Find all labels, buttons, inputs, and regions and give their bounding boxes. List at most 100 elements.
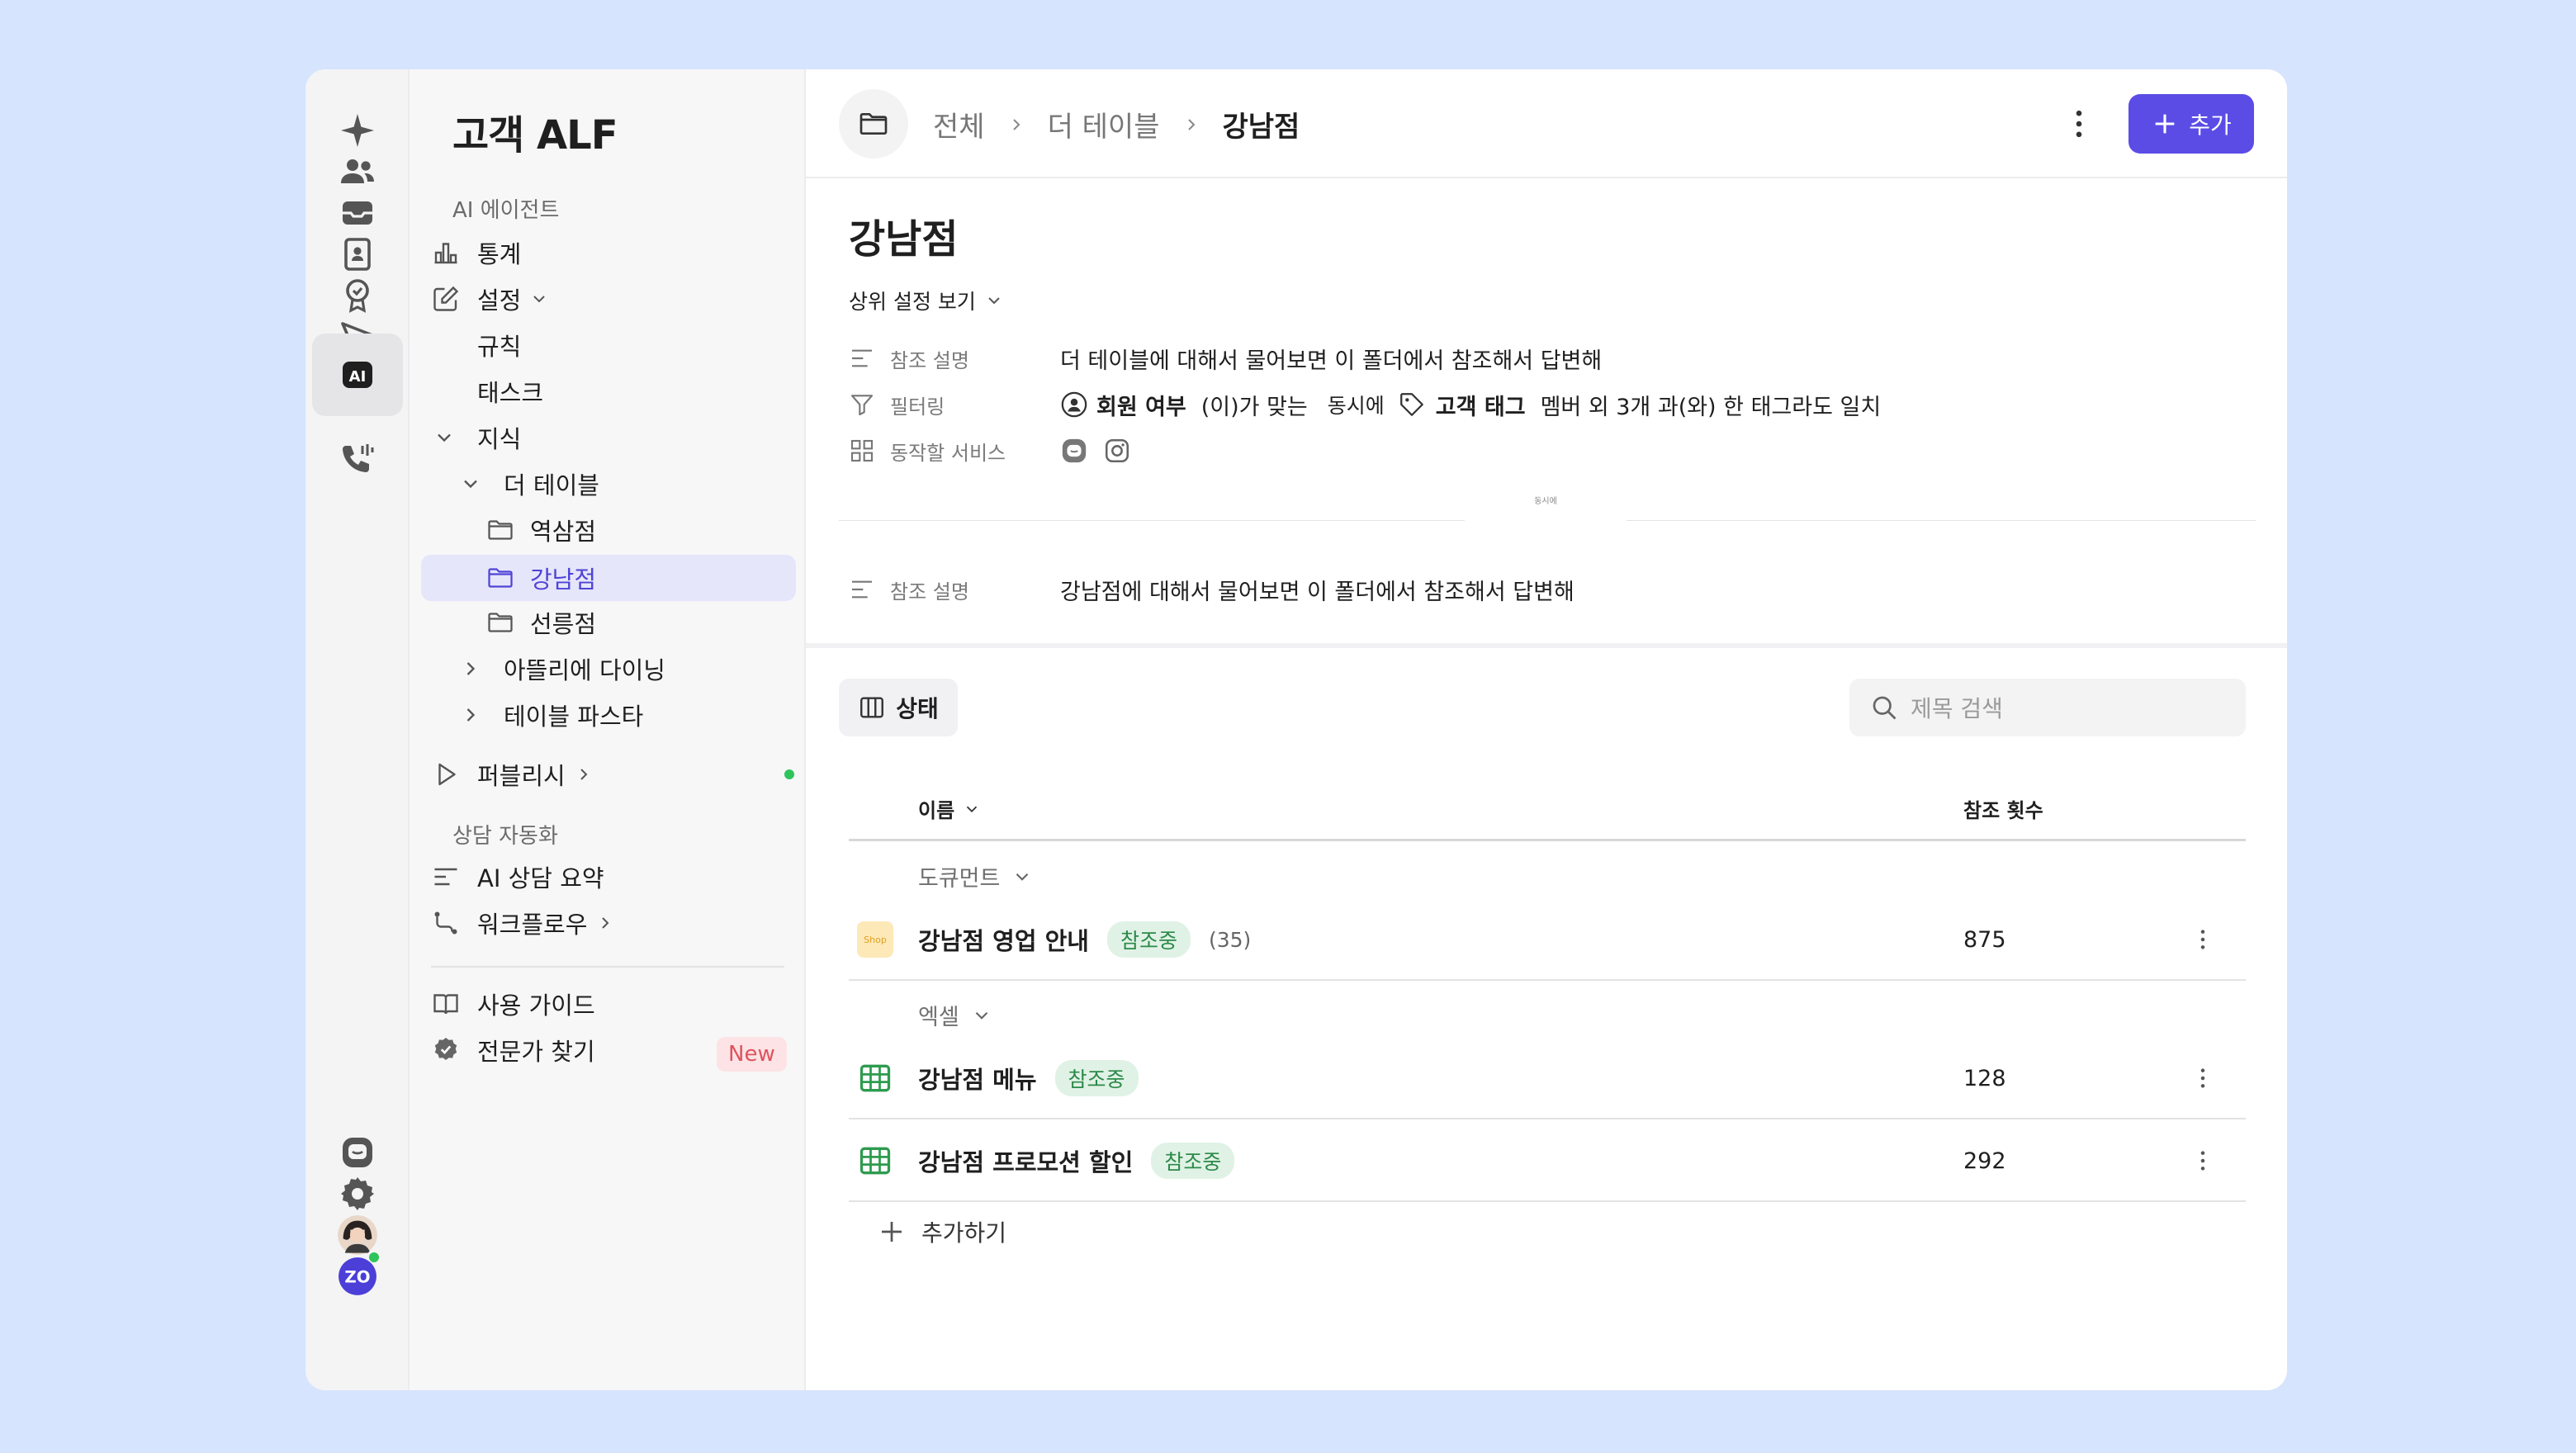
icon-rail: AI ZO [305,69,410,1390]
own-ref-row: 참조 설명 강남점에 대해서 물어보면 이 폴더에서 참조해서 답변해 [849,571,1574,608]
add-item-button[interactable]: 추가하기 [877,1215,1006,1248]
service-row: 동작할 서비스 [849,433,1131,469]
sidebar-item-stats[interactable]: 통계 [431,230,521,276]
status-dot [784,769,794,779]
divider [1627,520,2256,521]
section-automation: 상담 자동화 [452,824,558,849]
status-badge: 참조중 [1151,1143,1235,1179]
tree-folder-the-table[interactable]: 더 테이블 [459,461,599,507]
status-badge: 참조중 [1106,921,1191,958]
user-circle-icon [1061,391,1087,418]
app-title: 고객 ALF [452,112,618,159]
tree-folder-pasta[interactable]: 테이블 파스타 [459,692,643,738]
divider [431,966,784,968]
app-window: AI ZO 고객 ALF AI 에이전트 통계 설정 규칙 태스크 지식 더 테… [305,69,2287,1390]
crumb-the-table[interactable]: 더 테이블 [1048,104,1160,144]
spreadsheet-icon [859,1064,891,1092]
section-ai-agent: AI 에이전트 [452,198,560,223]
selected-highlight [421,555,796,601]
chevron-down-icon [533,296,546,303]
divider [839,520,1465,521]
folder-icon [488,520,513,540]
breadcrumb: 전체 더 테이블 강남점 [933,104,1300,144]
chevron-right-icon [1012,118,1020,130]
and-divider-label: 동시에 [1534,497,1557,506]
new-badge: New [717,1037,787,1072]
verified-icon [434,1038,457,1060]
more-vertical-icon[interactable] [2061,106,2097,142]
sidebar-item-tasks[interactable]: 태스크 [477,368,543,414]
chevron-right-icon [580,769,588,780]
folder-icon [488,613,513,632]
spreadsheet-icon [859,1147,891,1175]
zo-logo[interactable]: ZO [312,1235,403,1318]
parent-ref-value: 더 테이블에 대해서 물어보면 이 폴더에서 참조해서 답변해 [1060,348,1603,374]
more-vertical-icon[interactable] [2190,926,2216,953]
tree-folder-atelier[interactable]: 아뜰리에 다이닝 [459,646,665,692]
lines-icon [852,349,872,367]
parent-settings-toggle[interactable]: 상위 설정 보기 [849,286,1004,315]
edit-icon [433,286,459,311]
workflow-icon [434,911,457,935]
tree-folder-gangnam[interactable]: 강남점 [485,555,596,601]
chevron-down-icon [975,1011,987,1020]
chevron-down-icon [988,297,1000,305]
columns-icon [860,697,884,718]
search-placeholder: 제목 검색 [1911,695,2003,722]
plus-icon [2155,114,2175,134]
play-icon [438,763,456,786]
chevron-down-icon [1016,873,1029,881]
sidebar-item-publish[interactable]: 퍼블리시 [431,751,794,797]
sidebar-item-settings[interactable]: 설정 [431,276,549,322]
book-open-icon [433,994,458,1015]
table-header-border [849,839,2246,841]
status-columns-button[interactable]: 상태 [839,679,958,736]
more-vertical-icon[interactable] [2190,1065,2216,1091]
grid-icon [850,439,874,462]
table-row[interactable]: Shop 강남점 영업 안내 참조중 (35) 875 [849,898,2246,981]
instagram-icon [1105,438,1129,463]
crumb-all[interactable]: 전체 [933,104,985,144]
tree-knowledge[interactable]: 지식 [433,414,521,461]
more-vertical-icon[interactable] [2190,1148,2216,1174]
sidebar-item-guide[interactable]: 사용 가이드 [431,981,595,1027]
chevron-right-icon [466,662,476,675]
sidebar-item-ai-summary[interactable]: AI 상담 요약 [431,854,604,900]
own-ref-value: 강남점에 대해서 물어보면 이 폴더에서 참조해서 답변해 [1060,579,1574,605]
filter-icon [850,395,874,416]
column-count-header: 참조 횟수 [1963,799,2043,822]
page-title: 강남점 [849,216,959,263]
chevron-right-icon [602,917,609,929]
top-bar: 전체 더 테이블 강남점 추가 [806,69,2287,178]
column-name-header[interactable]: 이름 [918,794,981,823]
folder-icon [859,113,888,135]
sidebar-item-workflow[interactable]: 워크플로우 [431,900,615,946]
svg-text:Shop: Shop [864,935,887,945]
parent-ref-row: 참조 설명 더 테이블에 대해서 물어보면 이 폴더에서 참조해서 답변해 [849,340,1602,376]
tag-icon [1399,393,1423,416]
group-excel[interactable]: 엑셀 [918,999,992,1031]
crumb-gangnam: 강남점 [1222,111,1300,144]
channel-chat-icon [1062,438,1087,463]
tree-folder-seolleung[interactable]: 선릉점 [485,599,596,646]
sidebar: 고객 ALF AI 에이전트 통계 설정 규칙 태스크 지식 더 테이블 역삼점… [410,69,806,1390]
chevron-down-icon [464,480,477,489]
filter-row: 필터링 회원 여부 (이)가 맞는 동시에 고객 태그 멤버 외 3개 과(와)… [849,386,1881,423]
folder-icon [488,568,513,588]
sidebar-item-expert[interactable]: 전문가 찾기 New [431,1027,794,1073]
group-documents[interactable]: 도큐먼트 [918,860,1033,892]
ai-icon[interactable]: AI [312,334,403,416]
sidebar-item-rules[interactable]: 규칙 [477,322,521,368]
lines-icon [852,580,872,599]
chevron-down-icon [438,433,451,443]
tree-folder-yeoksam[interactable]: 역삼점 [485,507,596,553]
status-badge: 참조중 [1054,1060,1139,1096]
search-input[interactable]: 제목 검색 [1849,679,2246,736]
add-button[interactable]: 추가 [2129,94,2254,154]
table-row[interactable]: 강남점 메뉴 참조중 128 [849,1037,2246,1119]
main-panel: 전체 더 테이블 강남점 추가 강남점 상위 설정 보기 참조 설명 더 테이블… [806,69,2287,1390]
phone-icon[interactable] [312,419,403,502]
folder-button[interactable] [839,89,908,159]
svg-text:ZO: ZO [344,1267,370,1286]
table-row[interactable]: 강남점 프로모션 할인 참조중 292 [849,1119,2246,1202]
